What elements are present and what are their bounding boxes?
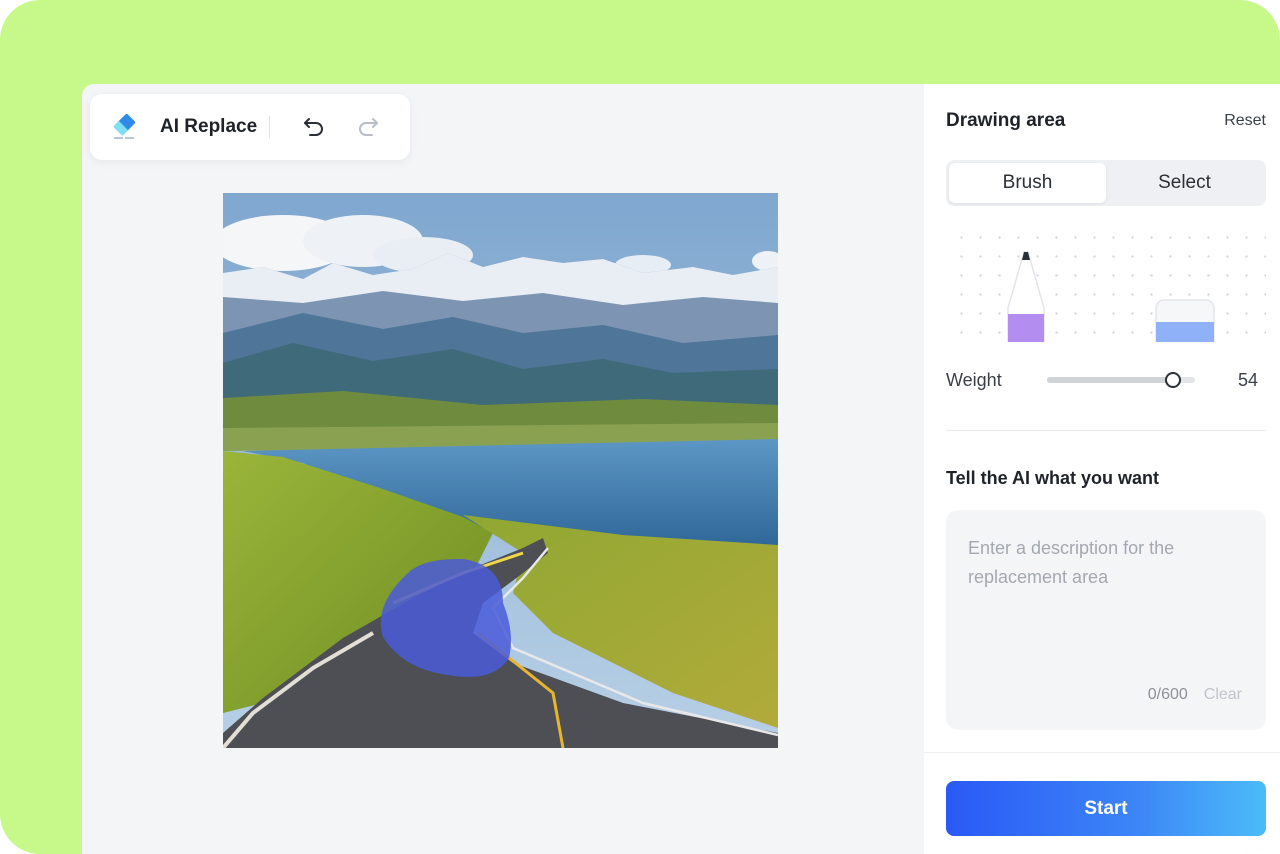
tab-select[interactable]: Select: [1106, 163, 1263, 203]
tool-picker: [946, 222, 1266, 342]
panel-title: Drawing area: [946, 110, 1066, 131]
pencil-icon: [1007, 251, 1045, 342]
prompt-box: 0/600 Clear: [946, 510, 1266, 730]
section-divider: [946, 430, 1266, 431]
weight-control: Weight 54: [946, 368, 1266, 392]
undo-button[interactable]: [298, 111, 330, 143]
mode-switch: Brush Select: [946, 160, 1266, 206]
undo-icon: [304, 118, 324, 136]
promo-background: AI Replace Drawing area Reset Brush Sele…: [0, 0, 1280, 854]
app-window: AI Replace Drawing area Reset Brush Sele…: [82, 84, 1280, 854]
pencil-tool[interactable]: [1004, 250, 1048, 342]
weight-slider-fill: [1047, 377, 1173, 383]
redo-button[interactable]: [352, 111, 384, 143]
weight-label: Weight: [946, 370, 1002, 390]
footer-divider: [924, 752, 1280, 753]
settings-panel: Drawing area Reset Brush Select Weight 5…: [924, 84, 1280, 854]
prompt-footer: 0/600 Clear: [1148, 686, 1242, 704]
eraser-tool[interactable]: [1154, 298, 1216, 342]
char-counter: 0/600: [1147, 686, 1188, 703]
editor-toolbar: AI Replace: [90, 94, 410, 160]
prompt-heading: Tell the AI what you want: [946, 468, 1160, 488]
tab-brush[interactable]: Brush: [949, 163, 1106, 203]
landscape-photo: [223, 193, 778, 748]
prompt-input[interactable]: [968, 534, 1248, 674]
redo-icon: [359, 118, 379, 136]
canvas-image[interactable]: [223, 193, 778, 748]
clear-button[interactable]: Clear: [1204, 686, 1242, 704]
tool-title: AI Replace: [160, 116, 258, 137]
weight-value: 54: [1237, 370, 1258, 390]
start-button[interactable]: Start: [946, 781, 1266, 836]
eraser-icon: [110, 112, 140, 142]
panel-header: Drawing area Reset: [946, 110, 1266, 134]
reset-button[interactable]: Reset: [1224, 112, 1266, 130]
weight-slider-handle[interactable]: [1164, 372, 1181, 388]
eraser-icon: [1155, 299, 1215, 342]
toolbar-divider: [269, 116, 271, 138]
weight-slider[interactable]: [1047, 372, 1195, 388]
